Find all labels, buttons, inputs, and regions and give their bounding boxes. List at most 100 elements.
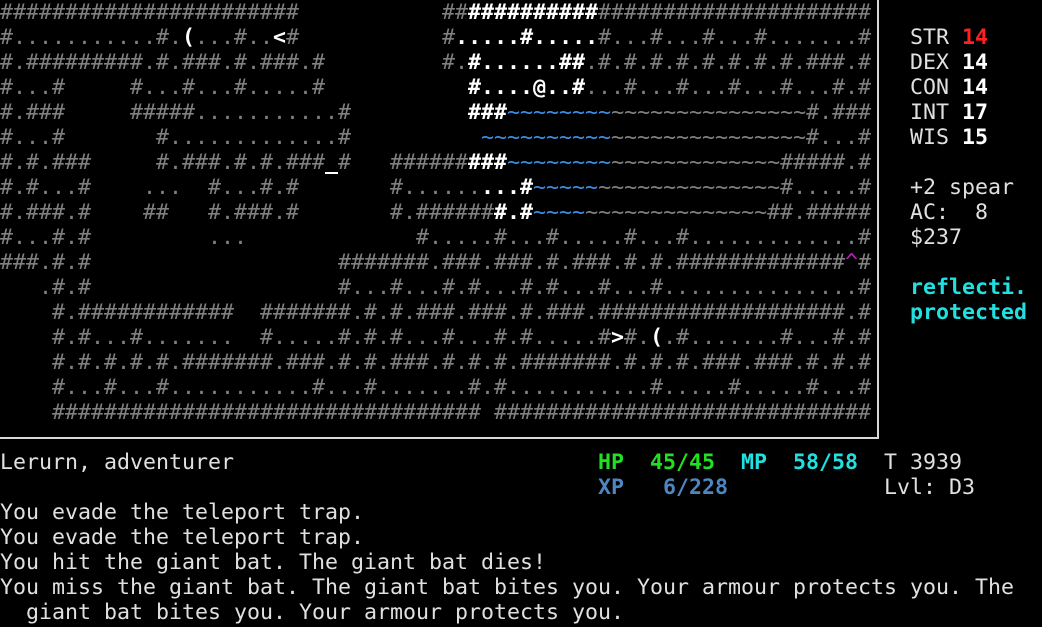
map-tiles: # ###### xyxy=(338,150,469,175)
wielded-weapon: +2 spear xyxy=(910,175,1015,200)
map-tiles: #...#...#...#.......# xyxy=(598,25,872,50)
map-tiles: #.###.# ## #.###.# #.###### xyxy=(0,200,495,225)
map-tiles: ...#...#...#...#...#.# xyxy=(585,75,872,100)
map-row: .#.# #...#...#.#...#.#...#...#..........… xyxy=(0,275,871,300)
stat-con: CON 14 xyxy=(910,75,988,100)
map-tiles: #.# xyxy=(494,200,534,225)
status-effect-protected: protected xyxy=(910,300,1028,325)
map-tiles: #......## xyxy=(468,50,586,75)
map-tiles: #.#...#....... #.....#.#.#...#...#.#....… xyxy=(0,325,612,350)
message-line: You hit the giant bat. The giant bat die… xyxy=(0,550,547,575)
map-tiles: ...# xyxy=(481,175,534,200)
xp-value: 6/228 xyxy=(663,475,729,500)
map-row: ################################# ######… xyxy=(0,400,871,425)
map-row: #.### #####...........# ###~~~~~~~~~~~~~… xyxy=(0,100,871,125)
map-row: ####################### ################… xyxy=(0,0,871,25)
map-tiles: .#.# #...#...#.#...#.#...#...#..........… xyxy=(0,275,872,300)
message-line: You evade the teleport trap. xyxy=(0,500,365,525)
map-row: #...#.# ... #.....#...#.....#...#.......… xyxy=(0,225,871,250)
map-tiles: #....@..# xyxy=(468,75,586,100)
map-row: #...........#.(...#..<# #.....#.....#...… xyxy=(0,25,871,50)
status-effect-reflection: reflecti. xyxy=(910,275,1028,300)
map-row: #...# #.............# ~~~~~~~~~~~~~~~~~~… xyxy=(0,125,871,150)
map-tiles: ~~~~~~~~ xyxy=(507,150,612,175)
map-tiles: # # xyxy=(286,25,456,50)
stat-label: DEX xyxy=(910,50,950,75)
map-row: ###.#.# #######.###.###.#.###.#.#.######… xyxy=(0,250,871,275)
map-tiles: #.#########.#.###.#.###.# #. xyxy=(0,50,469,75)
map-row: #...# #...#...#.....# #....@..#...#...#.… xyxy=(0,75,871,100)
map-border-right xyxy=(877,0,879,439)
stat-value: 14 xyxy=(962,75,989,100)
stat-str: STR 14 xyxy=(910,25,988,50)
map-tiles: #.### #####...........# xyxy=(0,100,469,125)
map-row: #...#...#...........#...#.......#.#.....… xyxy=(0,375,871,400)
map-row: #.#.#.#.#.#######.###.#.#.###.#.#.#.####… xyxy=(0,350,871,375)
stat-value: 17 xyxy=(962,100,989,125)
stat-int: INT 17 xyxy=(910,100,988,125)
map-tiles: #.#...# ... #...#.# #...... xyxy=(0,175,482,200)
map-tiles: #...#...#...........#...#.......#.#.....… xyxy=(0,375,872,400)
map-tiles: # xyxy=(858,250,872,275)
map-tiles: #.############ #######.#.#.###.###.#.###… xyxy=(0,300,872,325)
map-tiles: ( xyxy=(650,325,664,350)
hp-label: HP xyxy=(598,450,625,475)
map-tiles: ##################### xyxy=(598,0,872,25)
xp-label: XP xyxy=(598,475,625,500)
map-tiles: ### xyxy=(468,100,508,125)
map-tiles: #.#.#.#.#.#######.###.#.#.###.#.#.#.####… xyxy=(0,350,872,375)
map-tiles: #...# #.............# xyxy=(0,125,482,150)
map-row: #.#...#....... #.....#.#.#...#...#.#....… xyxy=(0,325,871,350)
map-tiles: _ xyxy=(325,150,339,175)
map-tiles: .....#..... xyxy=(455,25,599,50)
mp-label: MP xyxy=(741,450,768,475)
map-tiles: ### xyxy=(468,150,508,175)
stat-dex: DEX 14 xyxy=(910,50,988,75)
turn-counter: T 3939 xyxy=(884,450,963,475)
stat-value: 14 xyxy=(962,25,989,50)
map-tiles: ^ xyxy=(845,250,859,275)
map-tiles: .#.#.#.#.#.#.#.#.###.# xyxy=(585,50,872,75)
stat-label: CON xyxy=(910,75,950,100)
stat-value: 15 xyxy=(962,125,989,150)
map-tiles: ~~~~~~~~~~~~~~~#.### xyxy=(611,100,872,125)
hp-value: 45/45 xyxy=(650,450,716,475)
stat-wis: WIS 15 xyxy=(910,125,988,150)
map-tiles: ###.#.# #######.###.###.#.###.#.#.######… xyxy=(0,250,846,275)
map-tiles: ################################# ######… xyxy=(0,400,872,425)
mp-value: 58/58 xyxy=(793,450,859,475)
dungeon-level: Lvl: D3 xyxy=(884,475,976,500)
message-line: giant bat bites you. Your armour protect… xyxy=(0,600,625,625)
map-border-bottom xyxy=(0,437,879,439)
message-line: You evade the teleport trap. xyxy=(0,525,365,550)
gold: $237 xyxy=(910,225,963,250)
armour-class: AC: 8 xyxy=(910,200,989,225)
map-row: #.#.### #.###.#.#.###_# #########~~~~~~~… xyxy=(0,150,871,175)
map-row: #.#########.#.###.#.###.# #.#......##.#.… xyxy=(0,50,871,75)
map-tiles: #...........#. xyxy=(0,25,183,50)
map-tiles: #...# #...#...#.....# xyxy=(0,75,469,100)
map-row: #.###.# ## #.###.# #.#######.#~~~~~~~~~~… xyxy=(0,200,871,225)
map-tiles: ~~~~~~~~~~~~~~#.....# xyxy=(598,175,872,200)
map-tiles: ...#.. xyxy=(195,25,274,50)
map-tiles: #. xyxy=(624,325,651,350)
dungeon-map: ####################### ################… xyxy=(0,0,878,438)
map-tiles: #...#.# ... #.....#...#.....#...#.......… xyxy=(0,225,872,250)
map-tiles: ~~~~~~~~ xyxy=(507,100,612,125)
map-tiles: .#.......#...#.# xyxy=(663,325,872,350)
map-row: #.############ #######.#.#.###.###.#.###… xyxy=(0,300,871,325)
map-tiles: #.#.### #.###.#.#.### xyxy=(0,150,326,175)
map-tiles: ~~~~~~~~~~~~~#####.# xyxy=(611,150,872,175)
map-tiles: ( xyxy=(182,25,196,50)
map-tiles: ~~~~~ xyxy=(533,175,599,200)
message-line: You miss the giant bat. The giant bat bi… xyxy=(0,575,1015,600)
map-tiles: ~~~~~~~~~~~~~~~#...# xyxy=(611,125,872,150)
map-tiles: ~~~~ xyxy=(533,200,586,225)
character-name: Lerurn, adventurer xyxy=(0,450,235,475)
map-tiles: > xyxy=(611,325,625,350)
map-row: #.#...# ... #...#.# #.........#~~~~~~~~~… xyxy=(0,175,871,200)
stat-label: STR xyxy=(910,25,950,50)
map-tiles: ####################### ## xyxy=(0,0,469,25)
stat-label: INT xyxy=(910,100,950,125)
map-tiles: ########## xyxy=(468,0,599,25)
